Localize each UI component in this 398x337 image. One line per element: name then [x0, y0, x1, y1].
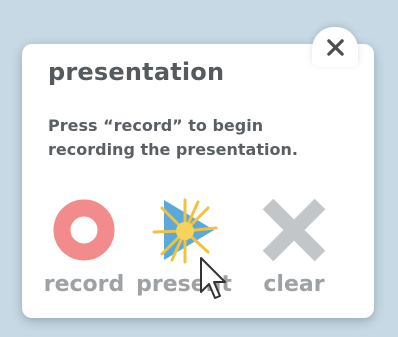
presentation-dialog: presentation Press “record” to begin rec…	[22, 44, 374, 318]
dialog-instruction: Press “record” to begin recording the pr…	[48, 116, 298, 159]
present-button[interactable]: present	[136, 198, 232, 302]
clear-x-icon	[262, 198, 326, 262]
record-button[interactable]: record	[36, 198, 132, 302]
record-icon	[53, 199, 115, 261]
present-label: present	[136, 272, 232, 297]
dialog-title: presentation	[48, 58, 225, 86]
close-icon	[326, 38, 344, 56]
close-button[interactable]	[312, 27, 358, 67]
record-label: record	[43, 272, 125, 297]
play-icon	[164, 200, 214, 260]
clear-button[interactable]: clear	[246, 198, 342, 302]
clear-label: clear	[263, 272, 325, 297]
